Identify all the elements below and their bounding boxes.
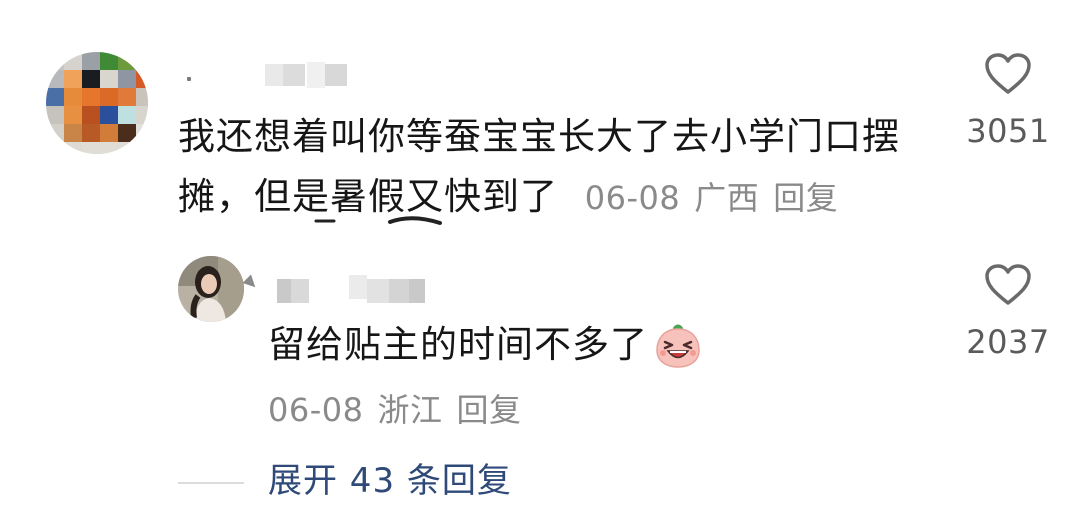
username-blurred — [409, 279, 425, 303]
username-blurred — [325, 64, 347, 86]
reply-date: 06-08 — [268, 391, 364, 429]
reply-text: 留给贴主的时间不多了 — [268, 323, 648, 366]
username-blurred — [307, 62, 325, 88]
comment-like[interactable]: 3051 — [948, 52, 1068, 150]
username-blurred — [349, 275, 367, 299]
comment-location: 广西 — [694, 179, 760, 217]
reply-like[interactable]: 2037 — [948, 263, 1068, 361]
avatar-pixelated — [46, 52, 148, 154]
username-dot — [187, 77, 191, 81]
reply-body: 留给贴主的时间不多了 — [268, 315, 702, 375]
replier-avatar[interactable] — [178, 256, 244, 322]
avatar-photo — [178, 256, 244, 322]
reply-arrow-icon — [242, 274, 260, 292]
username-blurred — [265, 64, 283, 86]
comment-date: 06-08 — [584, 179, 681, 217]
username-blurred — [277, 279, 291, 303]
comment-like-count: 3051 — [966, 112, 1050, 150]
reply-like-count: 2037 — [966, 323, 1050, 361]
replier-username[interactable] — [242, 274, 445, 309]
comment-meta: 06-08 广西 回复 — [571, 179, 839, 217]
heart-outline-icon[interactable] — [984, 263, 1032, 307]
expand-replies-button[interactable]: 展开 43 条回复 — [268, 456, 512, 506]
username-blurred — [367, 279, 389, 303]
reply-meta: 06-08 浙江 回复 — [268, 385, 522, 431]
expand-divider — [178, 482, 244, 484]
username-blurred — [291, 279, 309, 303]
heart-outline-icon[interactable] — [984, 52, 1032, 96]
reply-reply-button[interactable]: 回复 — [457, 391, 522, 429]
reply-location: 浙江 — [377, 391, 443, 429]
comment-line-1: 我还想着叫你等蚕宝宝长大了去小学门口摆 — [178, 115, 900, 158]
username-blurred — [389, 279, 409, 303]
underline-scribble — [314, 216, 442, 225]
commenter-username[interactable] — [185, 62, 395, 92]
comment-line-2: 摊，但是暑假又快到了 06-08 广西 回复 — [178, 167, 938, 228]
laughing-emoji-icon — [656, 324, 700, 368]
comment-body: 我还想着叫你等蚕宝宝长大了去小学门口摆 摊，但是暑假又快到了 06-08 广西 回复 — [178, 107, 938, 228]
username-blurred — [283, 64, 305, 86]
commenter-avatar[interactable] — [46, 52, 148, 154]
comment-reply-button[interactable]: 回复 — [773, 179, 838, 217]
